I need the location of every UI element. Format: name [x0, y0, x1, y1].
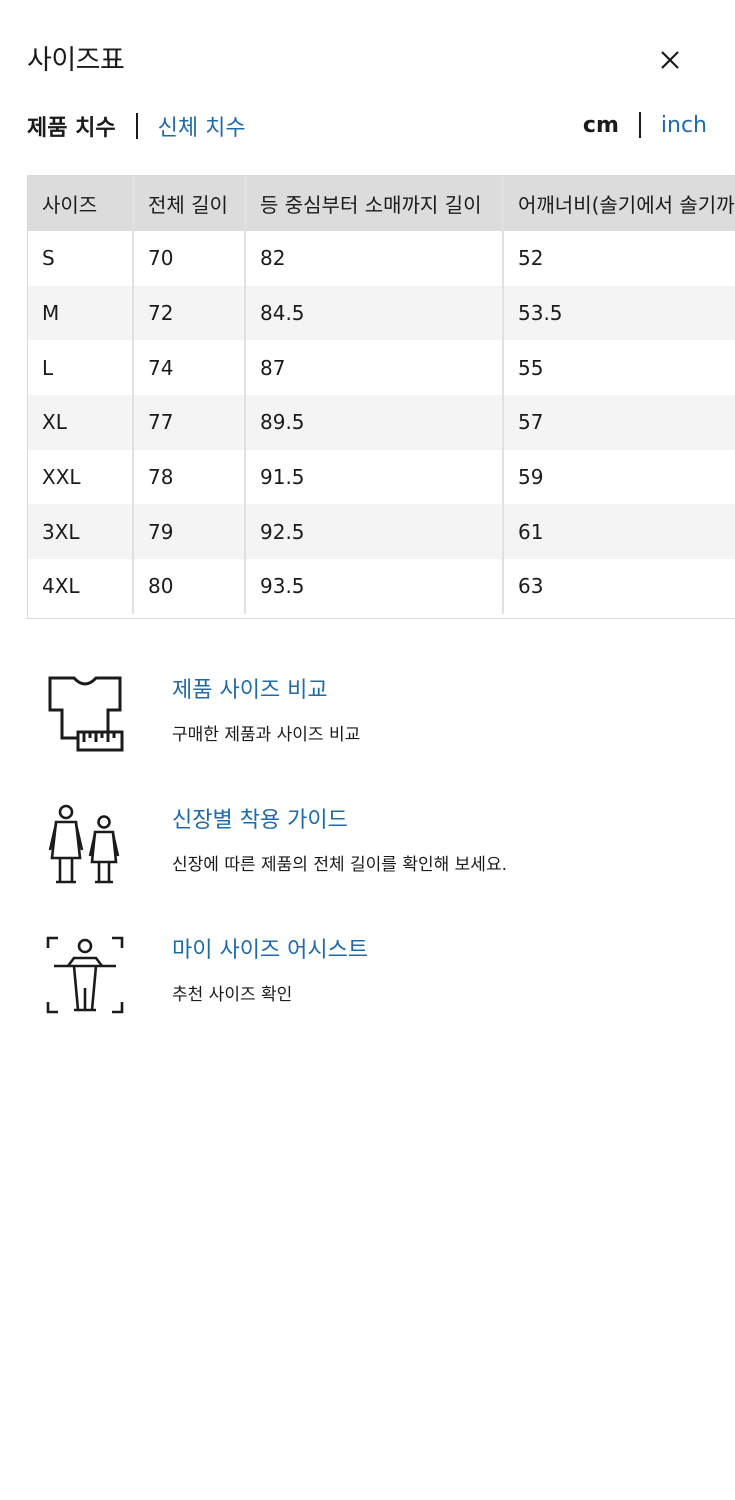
feature-description: 신장에 따른 제품의 전체 길이를 확인해 보세요. — [172, 855, 507, 875]
column-header: 어깨너비(솔기에서 솔기까지) — [503, 176, 735, 231]
value-cell: 57 — [503, 395, 735, 450]
size-cell: S — [28, 231, 134, 286]
size-cell: 4XL — [28, 559, 134, 614]
table-header-row: 사이즈 전체 길이 등 중심부터 소매까지 길이 어깨너비(솔기에서 솔기까지) — [28, 176, 735, 231]
value-cell: 63 — [503, 559, 735, 614]
value-cell: 78 — [133, 449, 246, 505]
table-row: XL 77 89.5 57 — [28, 395, 735, 450]
unit-toggle: cm inch — [583, 112, 707, 138]
value-cell: 79 — [133, 504, 246, 560]
value-cell: 91.5 — [245, 449, 504, 505]
feature-title[interactable]: 신장별 착용 가이드 — [172, 802, 507, 834]
tab-product-measurements[interactable]: 제품 치수 — [27, 110, 116, 142]
table-row: XXL 78 91.5 59 — [28, 449, 735, 505]
table-row: 3XL 79 92.5 61 — [28, 504, 735, 560]
value-cell: 59 — [503, 449, 735, 505]
value-cell: 72 — [133, 285, 246, 341]
table-row: 4XL 80 93.5 63 — [28, 559, 735, 614]
feature-title[interactable]: 마이 사이즈 어시스트 — [172, 932, 368, 964]
tshirt-ruler-icon — [48, 676, 124, 752]
size-table[interactable]: 사이즈 전체 길이 등 중심부터 소매까지 길이 어깨너비(솔기에서 솔기까지)… — [27, 175, 735, 619]
feature-description: 구매한 제품과 사이즈 비교 — [172, 725, 361, 745]
value-cell: 92.5 — [245, 504, 504, 560]
value-cell: 80 — [133, 559, 246, 614]
unit-cm[interactable]: cm — [583, 113, 619, 138]
column-header: 등 중심부터 소매까지 길이 — [245, 176, 504, 231]
size-cell: XXL — [28, 449, 134, 505]
value-cell: 61 — [503, 504, 735, 560]
value-cell: 89.5 — [245, 395, 504, 450]
divider — [638, 112, 641, 138]
two-people-icon — [48, 804, 120, 884]
column-header: 사이즈 — [28, 176, 134, 231]
unit-inch[interactable]: inch — [661, 113, 707, 138]
value-cell: 55 — [503, 340, 735, 396]
value-cell: 52 — [503, 231, 735, 286]
table-row: L 74 87 55 — [28, 340, 735, 396]
value-cell: 84.5 — [245, 285, 504, 341]
value-cell: 93.5 — [245, 559, 504, 614]
body-scan-icon — [46, 936, 124, 1014]
value-cell: 77 — [133, 395, 246, 450]
value-cell: 82 — [245, 231, 504, 286]
value-cell: 74 — [133, 340, 246, 396]
table-row: M 72 84.5 53.5 — [28, 285, 735, 341]
feature-title[interactable]: 제품 사이즈 비교 — [172, 672, 360, 704]
tab-body-measurements[interactable]: 신체 치수 — [158, 110, 246, 142]
measurement-tabs: 제품 치수 신체 치수 — [27, 110, 246, 142]
size-cell: L — [28, 340, 134, 396]
close-icon[interactable] — [652, 42, 688, 78]
value-cell: 87 — [245, 340, 504, 396]
size-cell: 3XL — [28, 504, 134, 560]
divider — [135, 113, 138, 139]
column-header: 전체 길이 — [133, 176, 246, 231]
page-title: 사이즈표 — [27, 45, 125, 76]
height-fit-guide[interactable]: 신장별 착용 가이드 신장에 따른 제품의 전체 길이를 확인해 보세요. — [44, 802, 507, 888]
value-cell: 70 — [133, 231, 246, 286]
table-row: S 70 82 52 — [28, 231, 735, 286]
feature-description: 추천 사이즈 확인 — [172, 985, 293, 1005]
size-cell: XL — [28, 395, 134, 450]
size-cell: M — [28, 285, 134, 341]
my-size-assist[interactable]: 마이 사이즈 어시스트 추천 사이즈 확인 — [44, 932, 368, 1018]
value-cell: 53.5 — [503, 285, 735, 341]
product-size-compare[interactable]: 제품 사이즈 비교 구매한 제품과 사이즈 비교 — [44, 672, 360, 758]
